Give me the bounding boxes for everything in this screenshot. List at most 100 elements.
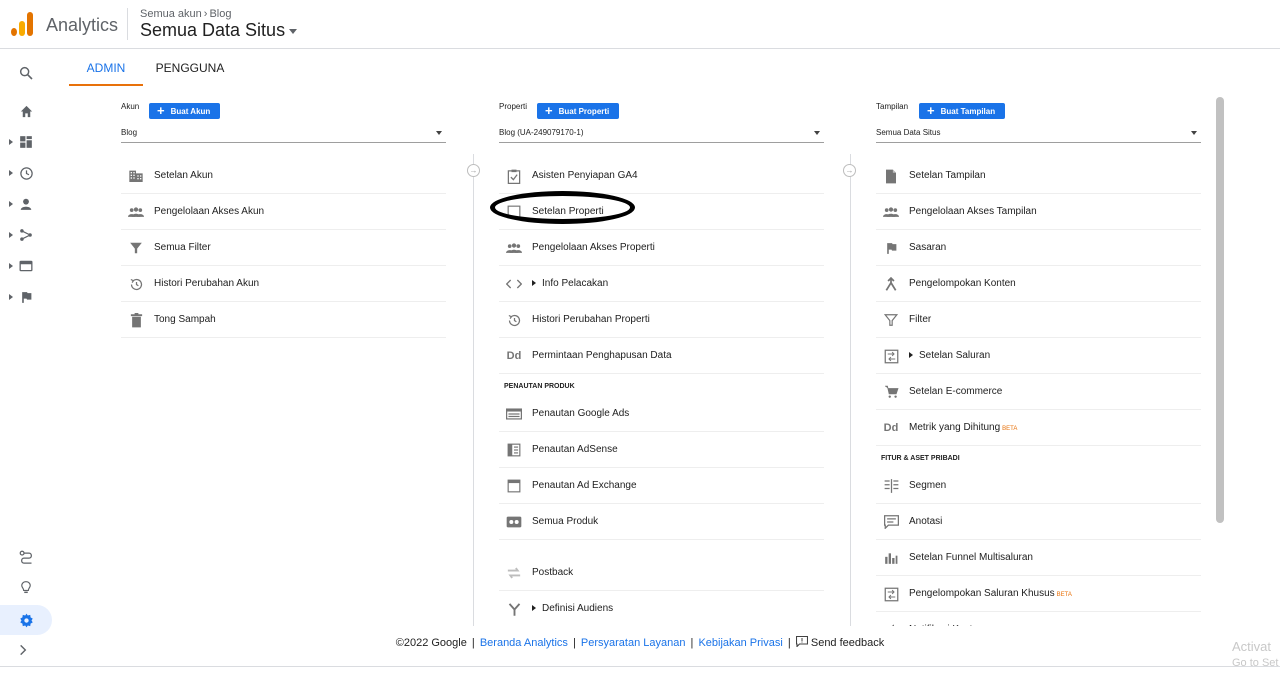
account-settings-item[interactable]: Setelan Akun [121,158,446,194]
history-icon [506,312,522,328]
people-icon [883,204,899,220]
view-settings-item[interactable]: Setelan Tampilan [876,158,1201,194]
segments-item[interactable]: Segmen [876,468,1201,504]
segment-icon [883,478,899,494]
tracking-info-label: Info Pelacakan [532,266,608,302]
expand-triangle-icon [532,605,536,611]
adsense-link-item[interactable]: Penautan AdSense [499,432,824,468]
view-items: Setelan Tampilan Pengelolaan Akses Tampi… [876,158,1201,626]
expand-arrow-icon[interactable] [9,170,13,176]
property-history-label: Histori Perubahan Properti [532,314,650,325]
data-deletion-label: Permintaan Penghapusan Data [532,350,672,361]
copyright: ©2022 Google [395,637,467,649]
caret-down-icon [289,28,298,34]
trash-item[interactable]: Tong Sampah [121,302,446,338]
property-access-item[interactable]: Pengelolaan Akses Properti [499,230,824,266]
ecommerce-settings-item[interactable]: Setelan E-commerce [876,374,1201,410]
account-items: Setelan Akun Pengelolaan Akses Akun Semu… [121,158,446,338]
view-dropdown[interactable]: Semua Data Situs [876,126,1201,143]
home-icon[interactable] [16,101,36,121]
behavior-icon[interactable] [16,256,36,276]
custom-alerts-item[interactable]: Notifikasi Kustom [876,612,1201,626]
flag-icon[interactable] [16,287,36,307]
tracking-info-item[interactable]: Info Pelacakan [499,266,824,302]
create-property-button[interactable]: + Buat Properti [537,103,620,119]
expand-arrow-icon[interactable] [9,139,13,145]
ad-exchange-link-label: Penautan Ad Exchange [532,480,637,491]
ga4-setup-item[interactable]: Asisten Penyiapan GA4 [499,158,824,194]
custom-channel-grouping-item[interactable]: Pengelompokan Saluran Khusus BETA [876,576,1201,612]
expand-arrow-icon[interactable] [9,263,13,269]
footer: ©2022 Google | Beranda Analytics | Persy… [395,635,885,649]
account-access-label: Pengelolaan Akses Akun [154,206,265,217]
account-history-item[interactable]: Histori Perubahan Akun [121,266,446,302]
send-feedback-link[interactable]: Send feedback [811,637,884,649]
clock-icon[interactable] [16,163,36,183]
goals-label: Sasaran [909,242,947,253]
footer-link-terms[interactable]: Persyaratan Layanan [581,637,686,649]
tab-pengguna[interactable]: PENGGUNA [155,50,225,86]
activate-watermark: Activat [1232,639,1272,654]
all-products-label: Semua Produk [532,516,599,527]
lightbulb-icon[interactable] [16,577,36,597]
admin-panel: Akun + Buat Akun Blog Setelan Akun Pengel… [69,86,1225,626]
create-account-button[interactable]: + Buat Akun [149,103,221,119]
attribution-icon[interactable] [16,547,36,567]
analytics-logo-icon[interactable] [11,12,33,36]
gear-icon[interactable] [16,610,36,630]
account-dropdown[interactable]: Blog [121,126,446,143]
tab-admin[interactable]: ADMIN [69,50,143,86]
audience-icon [506,601,522,617]
channel-settings-item[interactable]: Setelan Saluran [876,338,1201,374]
breadcrumb-leaf[interactable]: Blog [209,8,231,20]
bottom-divider [0,666,1280,667]
all-filters-item[interactable]: Semua Filter [121,230,446,266]
calculated-metrics-item[interactable]: Dd Metrik yang Dihitung BETA [876,410,1201,446]
expand-arrow-icon[interactable] [9,232,13,238]
create-view-button[interactable]: + Buat Tampilan [919,103,1006,119]
google-ads-link-item[interactable]: Penautan Google Ads [499,396,824,432]
property-history-item[interactable]: Histori Perubahan Properti [499,302,824,338]
scrollbar[interactable] [1216,97,1224,523]
view-filter-item[interactable]: Filter [876,302,1201,338]
annotations-item[interactable]: Anotasi [876,504,1201,540]
account-access-item[interactable]: Pengelolaan Akses Akun [121,194,446,230]
expand-arrow-icon[interactable] [9,201,13,207]
goals-item[interactable]: Sasaran [876,230,1201,266]
view-selector-label: Semua Data Situs [140,20,286,40]
search-icon[interactable] [16,63,36,83]
feedback-icon[interactable] [795,635,808,649]
trash-label: Tong Sampah [154,314,216,325]
audience-definitions-item[interactable]: Definisi Audiens [499,591,824,626]
data-deletion-item[interactable]: Dd Permintaan Penghapusan Data [499,338,824,374]
breadcrumb-root[interactable]: Semua akun [140,8,202,20]
plus-icon: + [545,103,553,118]
view-access-item[interactable]: Pengelolaan Akses Tampilan [876,194,1201,230]
dd-icon: Dd [506,350,522,362]
footer-link-privacy[interactable]: Kebijakan Privasi [698,637,782,649]
breadcrumb[interactable]: Semua akun › Blog [140,8,231,20]
postback-item[interactable]: Postback [499,555,824,591]
dashboard-icon[interactable] [16,132,36,152]
expand-arrow-icon[interactable] [9,294,13,300]
property-column-header: Properti + Buat Properti [499,98,824,119]
ads-icon [506,406,522,422]
mcf-settings-item[interactable]: Setelan Funnel Multisaluran [876,540,1201,576]
person-icon[interactable] [16,194,36,214]
property-dropdown[interactable]: Blog (UA-249079170-1) [499,126,824,143]
header-divider [127,8,128,40]
top-bar: Analytics Semua akun › Blog Semua Data Sit… [0,0,1280,49]
google-ads-link-label: Penautan Google Ads [532,408,630,419]
content-grouping-item[interactable]: Pengelompokan Konten [876,266,1201,302]
brand-name: Analytics [46,15,119,35]
all-products-item[interactable]: Semua Produk [499,504,824,540]
footer-link-home[interactable]: Beranda Analytics [480,637,568,649]
code-icon [506,276,522,292]
acquisition-icon[interactable] [16,225,36,245]
history-icon [128,276,144,292]
view-selector[interactable]: Semua Data Situs [140,20,298,41]
ad-exchange-link-item[interactable]: Penautan Ad Exchange [499,468,824,504]
audience-definitions-label: Definisi Audiens [532,591,613,626]
view-column: Tampilan + Buat Tampilan Semua Data Situs… [876,98,1201,626]
segments-label: Segmen [909,480,947,491]
